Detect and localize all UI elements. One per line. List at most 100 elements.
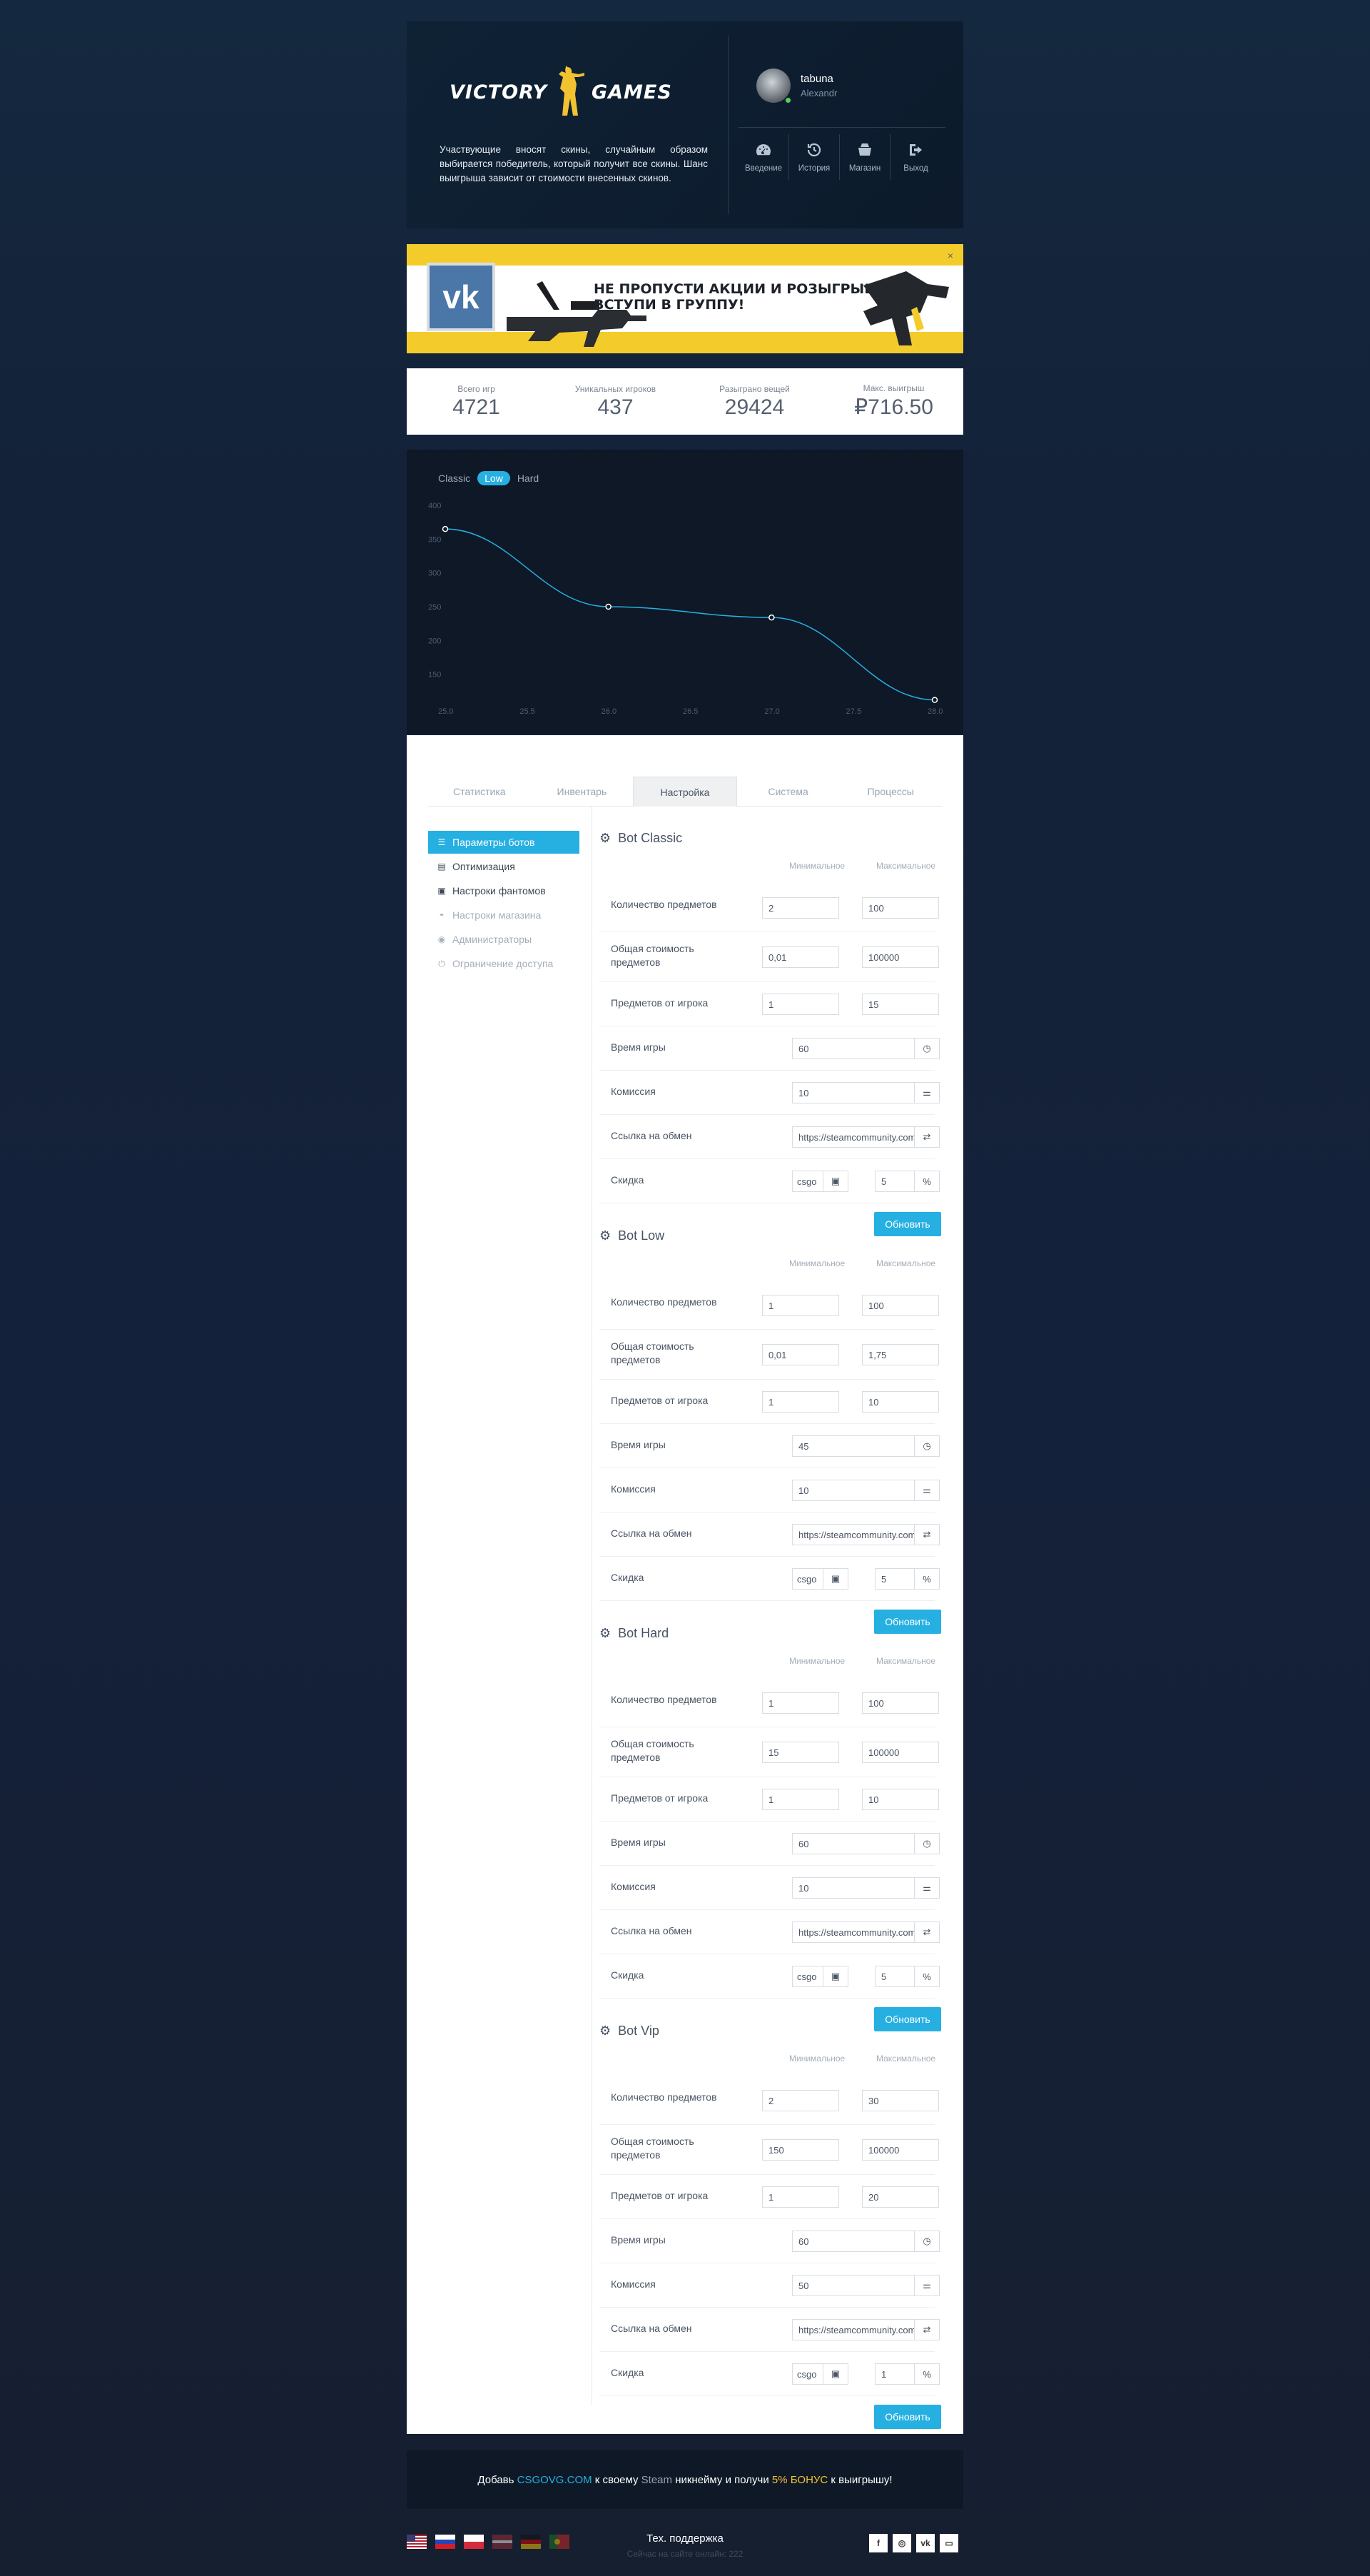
card-icon[interactable]: ▣ [823,1568,848,1590]
flag-ru-icon[interactable] [435,2535,455,2549]
sliders-icon[interactable]: ⚌ [914,1877,940,1899]
tab-statistics[interactable]: Статистика [428,777,531,807]
user-profile[interactable]: tabuna Alexandr [756,69,837,104]
support-link[interactable]: Тех. поддержка [614,2532,756,2545]
setting-input[interactable]: 10 [792,1082,915,1103]
min-input[interactable]: 1 [762,994,839,1015]
data-point[interactable] [442,525,449,532]
card-icon[interactable]: ▣ [823,1966,848,1987]
min-input[interactable]: 2 [762,2090,839,2111]
discount-percent-input[interactable]: 5 [875,1568,915,1590]
tab-system[interactable]: Система [737,777,840,807]
min-input[interactable]: 150 [762,2139,839,2161]
flag-lv-icon[interactable] [492,2535,512,2549]
tab-processes[interactable]: Процессы [839,777,942,807]
setting-input[interactable]: 50 [792,2275,915,2296]
card-icon[interactable]: ▣ [823,1171,848,1192]
max-input[interactable]: 100 [862,897,939,919]
discount-percent-input[interactable]: 5 [875,1966,915,1987]
max-input[interactable]: 15 [862,994,939,1015]
avatar[interactable] [756,69,792,104]
setting-input[interactable]: 10 [792,1877,915,1899]
flag-us-icon[interactable] [407,2535,427,2549]
logo[interactable]: VICTORY GAMES [450,66,672,118]
discount-percent-input[interactable]: 1 [875,2363,915,2385]
tab-settings[interactable]: Настройка [633,777,737,807]
site-link[interactable]: CSGOVG.COM [517,2474,592,2486]
tab-inventory[interactable]: Инвентарь [531,777,634,807]
sliders-icon[interactable]: ⚌ [914,2275,940,2296]
data-point[interactable] [931,697,938,703]
min-input[interactable]: 0,01 [762,946,839,968]
min-input[interactable]: 1 [762,1295,839,1316]
max-input[interactable]: 10 [862,1789,939,1810]
clock-icon[interactable]: ◷ [914,1833,940,1854]
setting-input[interactable]: 60 [792,1038,915,1059]
min-input[interactable]: 1 [762,1692,839,1714]
data-point[interactable] [768,614,775,621]
exchange-icon[interactable]: ⇄ [914,1126,940,1148]
max-input[interactable]: 100 [862,1295,939,1316]
discount-site-input[interactable]: csgo [792,1171,823,1192]
sidebar-item-phantoms[interactable]: ▣ Настроки фантомов [428,879,579,902]
clock-icon[interactable]: ◷ [914,1435,940,1457]
power-icon: ⏻ [438,958,445,969]
clock-icon[interactable]: ◷ [914,2231,940,2252]
setting-input[interactable]: 45 [792,1435,915,1457]
nav-shop[interactable]: Магазин [840,134,890,180]
setting-input[interactable]: 10 [792,1480,915,1501]
setting-input[interactable]: https://steamcommunity.com [792,2319,915,2340]
nav-intro[interactable]: Введение [739,134,789,180]
file-icon: ▤ [437,862,446,872]
max-input[interactable]: 100000 [862,2139,939,2161]
setting-input[interactable]: 60 [792,1833,915,1854]
facebook-icon[interactable]: f [869,2534,888,2552]
data-point[interactable] [605,603,612,610]
clock-icon[interactable]: ◷ [914,1038,940,1059]
min-input[interactable]: 1 [762,1391,839,1413]
nav-history[interactable]: История [789,134,840,180]
max-input[interactable]: 10 [862,1391,939,1413]
nav-logout[interactable]: Выход [890,134,941,180]
close-icon[interactable]: × [948,250,953,261]
sidebar-item-admins[interactable]: ◉ Администраторы [428,928,579,951]
max-input[interactable]: 100000 [862,946,939,968]
vk-group-banner[interactable]: vk НЕ ПРОПУСТИ АКЦИИ И РОЗЫГРЫШИ, ВСТУПИ… [407,244,963,353]
sidebar-item-shop[interactable]: ◓ Настроки магазина [428,904,579,926]
setting-input[interactable]: https://steamcommunity.com [792,1921,915,1943]
instagram-icon[interactable]: ◎ [893,2534,911,2552]
chart-panel: Classic Low Hard 150 200 250 300 350 400 25.0 2… [407,450,963,734]
exchange-icon[interactable]: ⇄ [914,1921,940,1943]
sliders-icon[interactable]: ⚌ [914,1480,940,1501]
max-input[interactable]: 30 [862,2090,939,2111]
sidebar-item-bot-params[interactable]: ☰ Параметры ботов [428,831,579,854]
discount-percent-input[interactable]: 5 [875,1171,915,1192]
min-input[interactable]: 15 [762,1742,839,1763]
discount-site-input[interactable]: csgo [792,1966,823,1987]
flag-de-icon[interactable] [521,2535,541,2549]
flag-pl-icon[interactable] [464,2535,484,2549]
exchange-icon[interactable]: ⇄ [914,2319,940,2340]
discount-site-input[interactable]: csgo [792,2363,823,2385]
max-input[interactable]: 20 [862,2186,939,2208]
min-input[interactable]: 2 [762,897,839,919]
update-button[interactable]: Обновить [874,2405,941,2429]
exchange-icon[interactable]: ⇄ [914,1524,940,1545]
card-icon[interactable]: ▣ [823,2363,848,2385]
chat-icon[interactable]: ▭ [940,2534,958,2552]
setting-input[interactable]: 60 [792,2231,915,2252]
min-input[interactable]: 1 [762,2186,839,2208]
flag-pt-icon[interactable] [549,2535,569,2549]
max-input[interactable]: 100 [862,1692,939,1714]
max-input[interactable]: 1,75 [862,1344,939,1365]
vk-icon[interactable]: vk [916,2534,935,2552]
sidebar-item-access[interactable]: ⏻ Ограничение доступа [428,952,579,975]
sliders-icon[interactable]: ⚌ [914,1082,940,1103]
sidebar-item-optimization[interactable]: ▤ Оптимизация [428,855,579,878]
min-input[interactable]: 0,01 [762,1344,839,1365]
setting-input[interactable]: https://steamcommunity.com [792,1126,915,1148]
discount-site-input[interactable]: csgo [792,1568,823,1590]
min-input[interactable]: 1 [762,1789,839,1810]
max-input[interactable]: 100000 [862,1742,939,1763]
setting-input[interactable]: https://steamcommunity.com [792,1524,915,1545]
